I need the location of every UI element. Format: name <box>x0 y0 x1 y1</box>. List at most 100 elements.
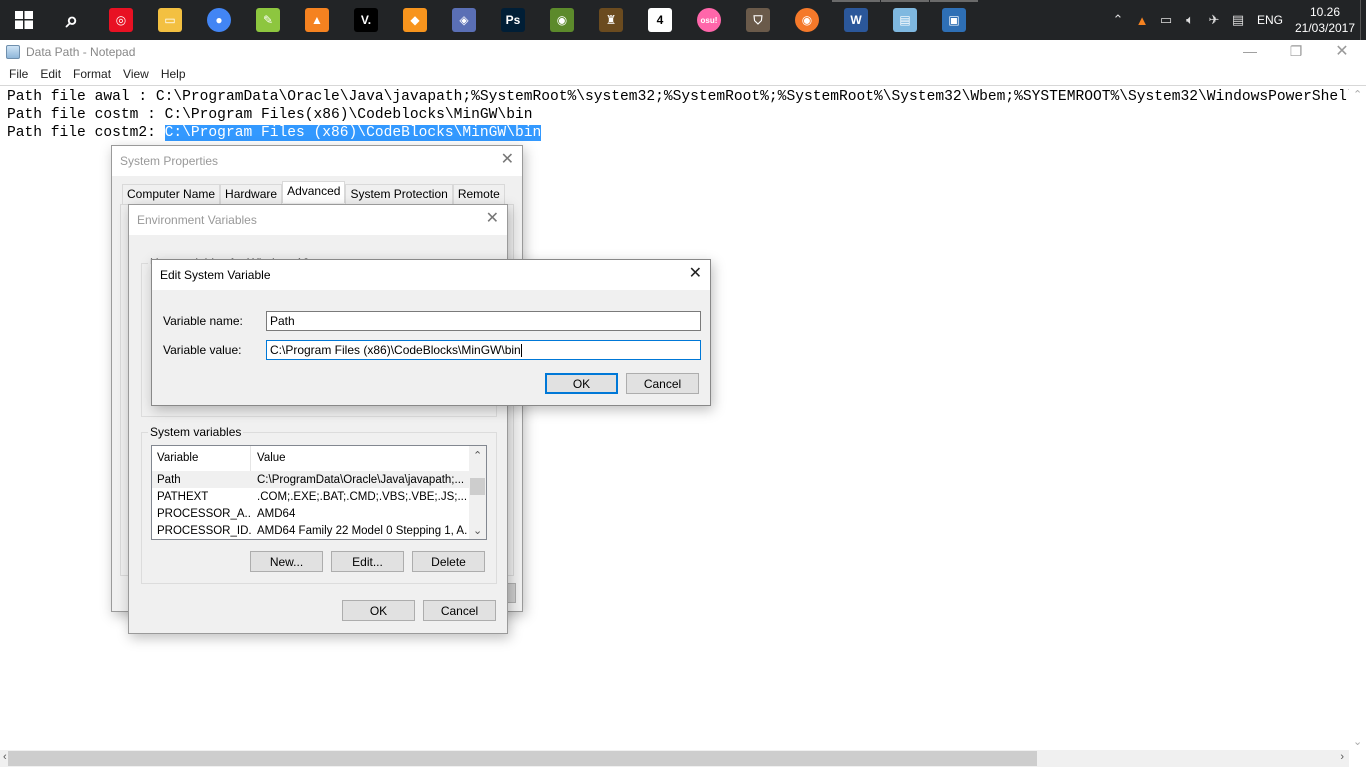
taskbar-app-notepad-plus-plus[interactable]: ✎ <box>244 0 292 40</box>
taskbar-app-word[interactable]: W <box>832 0 880 40</box>
horizontal-scrollbar[interactable]: ‹ › <box>0 750 1349 767</box>
dialog-title-bar: Environment Variables ✕ <box>129 205 507 235</box>
search-icon: ⌕ <box>65 7 79 32</box>
system-tray: ⌃ ▲ ▭ 🔈︎ ✈︎ ▤ ENG 10.26 21/03/2017 <box>1106 0 1366 40</box>
dialog-title-bar: System Properties ✕ <box>112 146 522 176</box>
battery-icon[interactable]: ▭ <box>1154 0 1178 40</box>
ok-button[interactable]: OK <box>342 600 415 621</box>
clock[interactable]: 10.26 21/03/2017 <box>1290 4 1360 36</box>
list-scroll-thumb[interactable] <box>470 478 485 495</box>
language-indicator[interactable]: ENG <box>1250 13 1290 27</box>
taskbar-app-search[interactable]: ⌕ <box>48 0 96 40</box>
tab-computer-name[interactable]: Computer Name <box>122 184 221 204</box>
taskbar-app-vegas[interactable]: V. <box>342 0 390 40</box>
column-header-value[interactable]: Value <box>251 452 468 464</box>
vertical-scrollbar[interactable]: ⌃ ⌄ <box>1349 86 1366 750</box>
taskbar-app-vlc[interactable]: ▲ <box>293 0 341 40</box>
taskbar-app-blender[interactable]: ◉ <box>783 0 831 40</box>
close-icon[interactable]: ✕ <box>486 211 499 227</box>
scroll-up-arrow-icon[interactable]: ⌃ <box>473 449 482 462</box>
menu-view[interactable]: View <box>117 67 155 81</box>
taskbar-app-naruto-game[interactable]: ◉ <box>538 0 586 40</box>
taskbar-app-app-blue[interactable]: ◈ <box>440 0 488 40</box>
horizontal-scroll-thumb[interactable] <box>8 751 1037 766</box>
taskbar-app-channel-4[interactable]: 4 <box>636 0 684 40</box>
taskbar-app-game-shield[interactable]: ⛉ <box>734 0 782 40</box>
list-row[interactable]: PROCESSOR_A... AMD64 <box>152 505 486 522</box>
scroll-down-arrow-icon[interactable]: ⌄ <box>1353 735 1362 748</box>
tab-advanced[interactable]: Advanced <box>282 181 346 203</box>
selected-text: C:\Program Files (x86)\CodeBlocks\MinGW\… <box>164 125 542 141</box>
taskbar-app-file-explorer[interactable]: ▭ <box>146 0 194 40</box>
scroll-up-arrow-icon[interactable]: ⌃ <box>1353 88 1362 101</box>
variable-name-field[interactable]: Path <box>266 311 701 331</box>
close-button[interactable]: ✕ <box>1319 40 1365 62</box>
game-warrior-icon: ♜ <box>599 8 623 32</box>
tab-remote[interactable]: Remote <box>452 184 505 204</box>
cancel-button[interactable]: Cancel <box>626 373 699 394</box>
menu-edit[interactable]: Edit <box>34 67 67 81</box>
show-desktop-button[interactable] <box>1360 0 1366 40</box>
list-row[interactable]: Path C:\ProgramData\Oracle\Java\javapath… <box>152 471 486 488</box>
scroll-down-arrow-icon[interactable]: ⌄ <box>473 524 482 537</box>
windows-logo-icon <box>15 11 33 29</box>
taskbar-app-game-warrior[interactable]: ♜ <box>587 0 635 40</box>
list-header: Variable Value <box>152 446 486 471</box>
notepad-icon: ▤ <box>893 8 917 32</box>
close-icon[interactable]: ✕ <box>501 152 514 168</box>
groove-music-icon: ◎ <box>109 8 133 32</box>
menu-file[interactable]: File <box>3 67 34 81</box>
menu-help[interactable]: Help <box>155 67 192 81</box>
scroll-right-arrow-icon[interactable]: › <box>1340 751 1344 763</box>
text-line: Path file costm2: C:\Program Files (x86)… <box>7 125 542 141</box>
variable-value-label: Variable value: <box>163 343 242 357</box>
tab-strip: Computer Name Hardware Advanced System P… <box>122 181 505 204</box>
dialog-title: System Properties <box>120 154 219 168</box>
taskbar-app-groove-music[interactable]: ◎ <box>97 0 145 40</box>
variable-value-field[interactable]: C:\Program Files (x86)\CodeBlocks\MinGW\… <box>266 340 701 360</box>
new-button[interactable]: New... <box>250 551 323 572</box>
taskbar-app-osu[interactable]: osu! <box>685 0 733 40</box>
action-center-icon[interactable]: ▤ <box>1226 0 1250 40</box>
channel-4-icon: 4 <box>648 8 672 32</box>
minimize-button[interactable]: — <box>1227 40 1273 62</box>
delete-button[interactable]: Delete <box>412 551 485 572</box>
taskbar-app-system-properties[interactable]: ▣ <box>930 0 978 40</box>
taskbar-app-notepad[interactable]: ▤ <box>881 0 929 40</box>
variable-name-label: Variable name: <box>163 314 243 328</box>
show-hidden-icons-chevron-icon[interactable]: ⌃ <box>1106 0 1130 40</box>
ok-button[interactable]: OK <box>545 373 618 394</box>
volume-icon[interactable]: 🔈︎ <box>1178 0 1202 40</box>
text-line: Path file costm : C:\Program Files(x86)\… <box>7 107 533 123</box>
clock-date: 21/03/2017 <box>1294 21 1356 35</box>
osu-icon: osu! <box>697 8 721 32</box>
text-line: Path file awal : C:\ProgramData\Oracle\J… <box>7 89 1366 105</box>
app-blue-icon: ◈ <box>452 8 476 32</box>
scroll-left-arrow-icon[interactable]: ‹ <box>3 751 7 763</box>
close-icon[interactable]: ✕ <box>689 266 702 282</box>
notepad-title-bar: Data Path - Notepad <box>0 40 1366 64</box>
list-row[interactable]: PROCESSOR_ID... AMD64 Family 22 Model 0 … <box>152 522 486 539</box>
tab-hardware[interactable]: Hardware <box>220 184 283 204</box>
airplane-mode-icon[interactable]: ✈︎ <box>1202 0 1226 40</box>
menu-format[interactable]: Format <box>67 67 117 81</box>
taskbar-app-fl-studio[interactable]: ◆ <box>391 0 439 40</box>
start-button[interactable] <box>0 0 48 40</box>
cancel-button[interactable]: Cancel <box>423 600 496 621</box>
restore-button[interactable]: ❐ <box>1273 40 1319 62</box>
system-variables-list[interactable]: Variable Value Path C:\ProgramData\Oracl… <box>151 445 487 540</box>
taskbar-app-chrome[interactable]: ● <box>195 0 243 40</box>
edit-button[interactable]: Edit... <box>331 551 404 572</box>
column-header-variable[interactable]: Variable <box>152 446 251 471</box>
list-row[interactable]: PATHEXT .COM;.EXE;.BAT;.CMD;.VBS;.VBE;.J… <box>152 488 486 505</box>
edit-system-variable-dialog: Edit System Variable ✕ Variable name: Pa… <box>151 259 711 406</box>
list-scrollbar[interactable]: ⌃ ⌄ <box>469 446 486 539</box>
window-title: Data Path - Notepad <box>26 45 136 59</box>
tab-system-protection[interactable]: System Protection <box>345 184 453 204</box>
text-caret <box>520 343 522 357</box>
taskbar-app-photoshop[interactable]: Ps <box>489 0 537 40</box>
vlc-tray-icon[interactable]: ▲ <box>1130 0 1154 40</box>
game-shield-icon: ⛉ <box>746 8 770 32</box>
dialog-title-bar: Edit System Variable ✕ <box>152 260 710 290</box>
vlc-icon: ▲ <box>305 8 329 32</box>
